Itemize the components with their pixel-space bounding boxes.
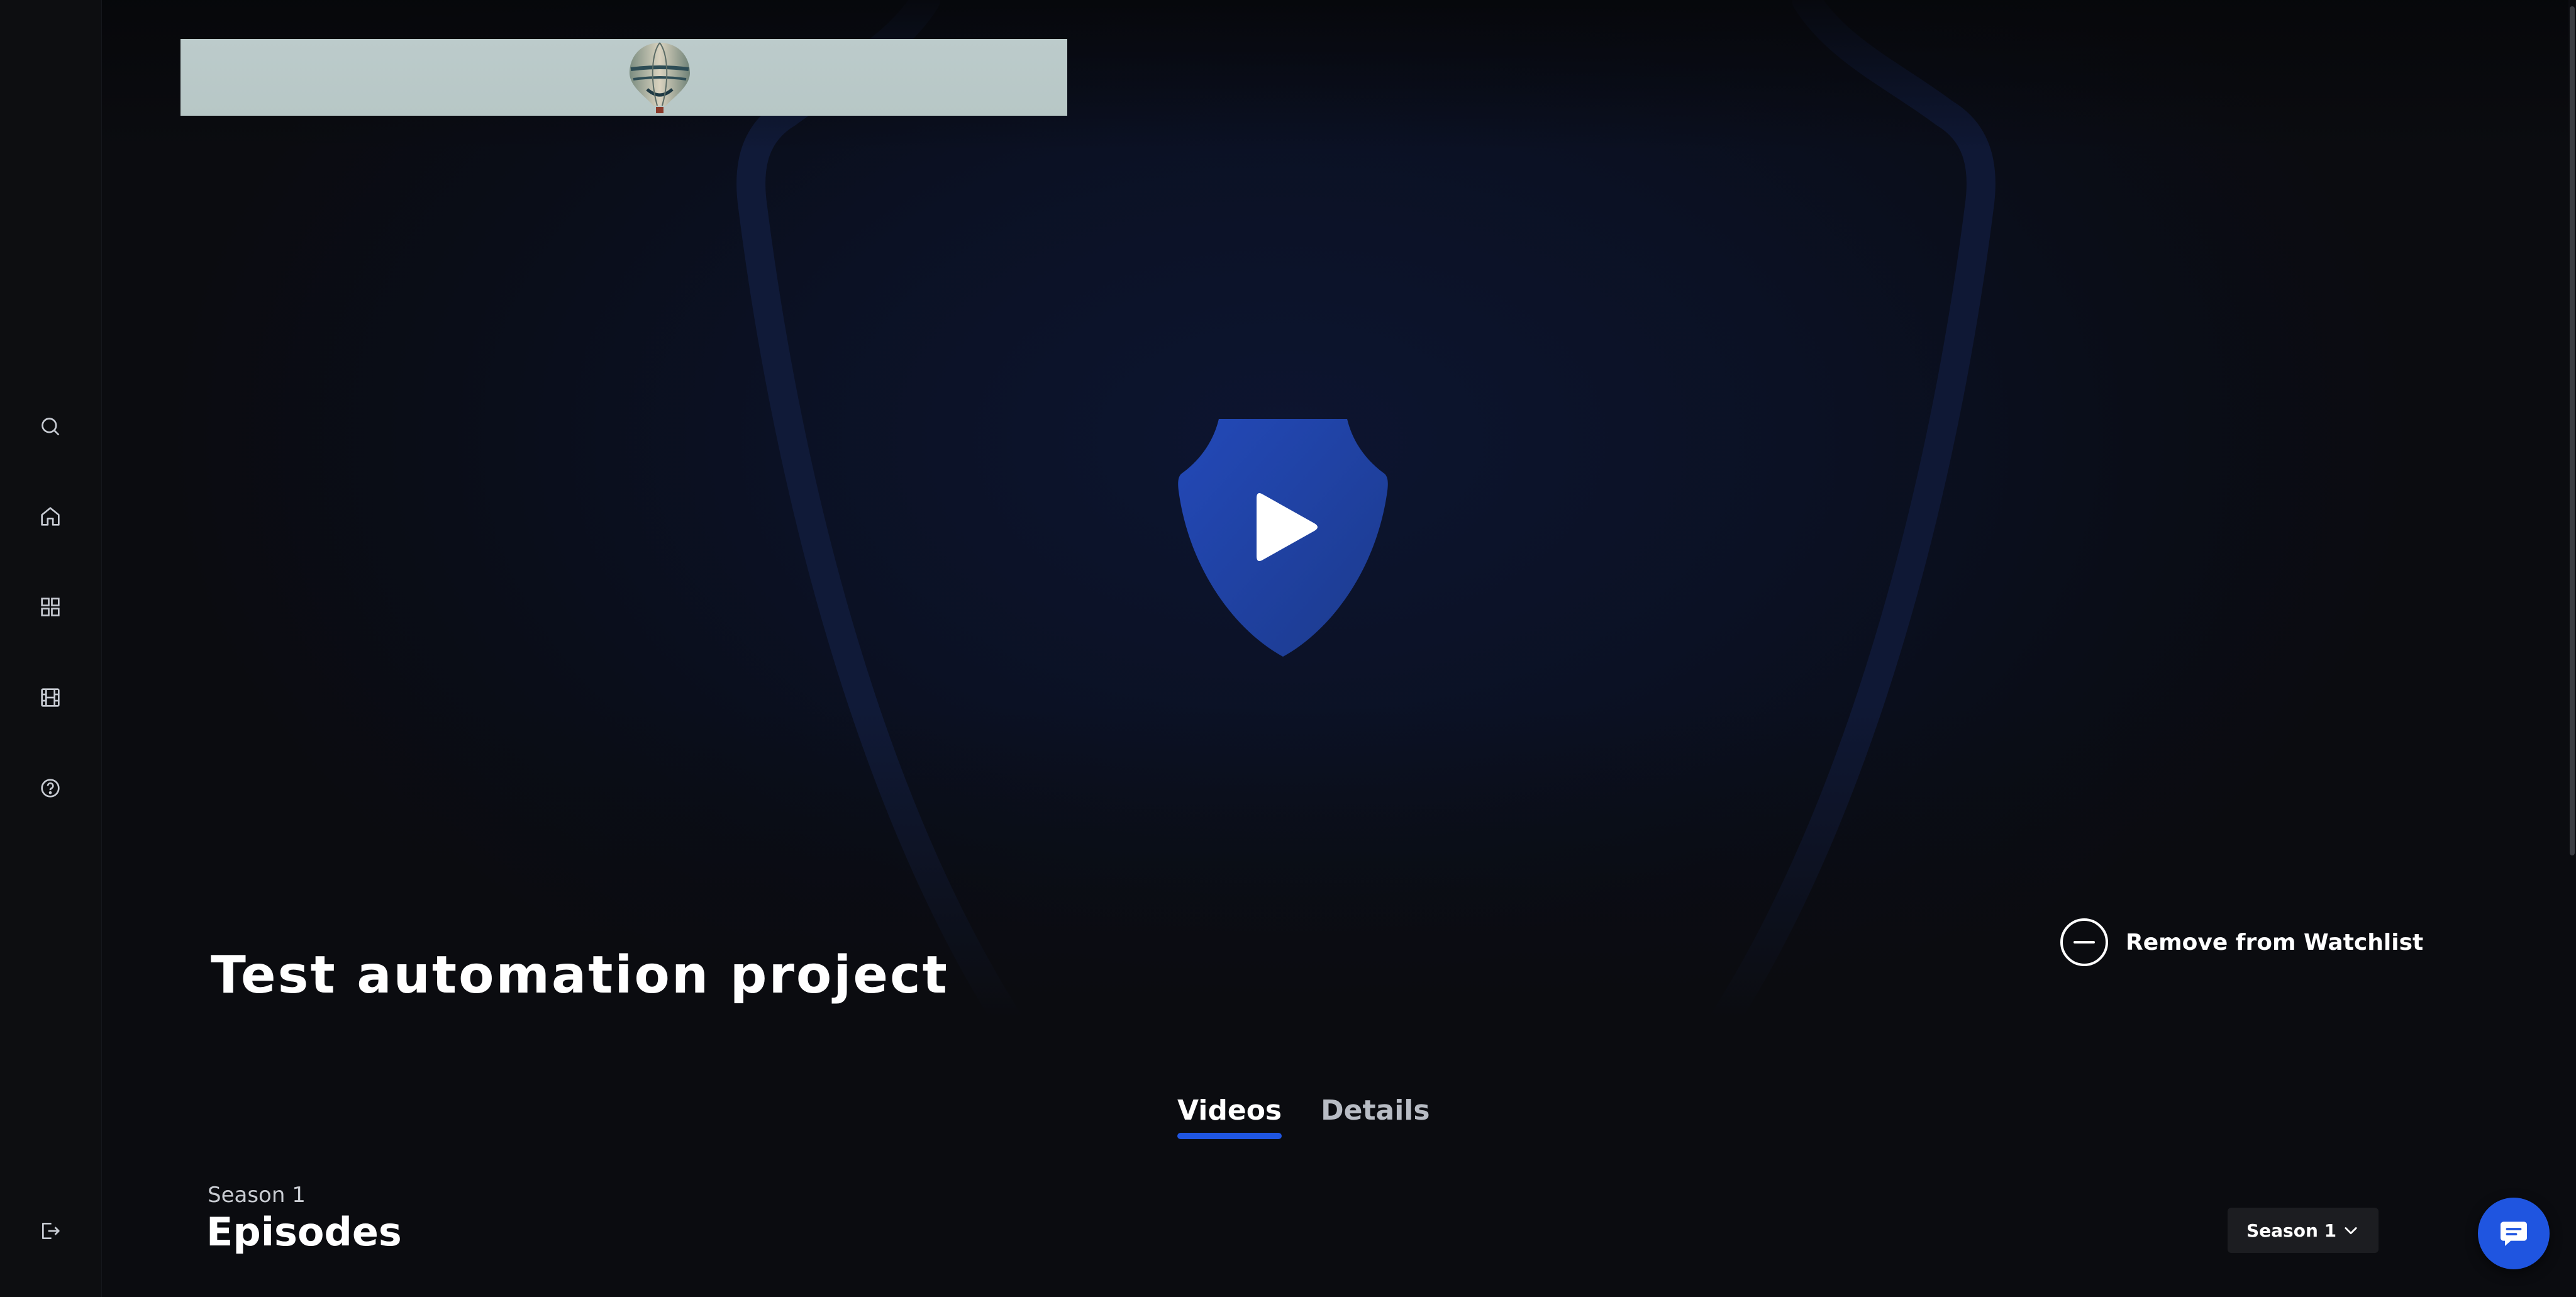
- season-label: Season 1: [208, 1183, 306, 1208]
- content-tabs: Videos Details: [1177, 1094, 1430, 1139]
- scrollbar[interactable]: [2568, 0, 2576, 1297]
- hero-section: [102, 0, 2576, 1019]
- season-select-value: Season 1: [2246, 1220, 2337, 1241]
- play-shield-icon: [1178, 419, 1388, 657]
- home-icon[interactable]: [35, 501, 65, 532]
- chat-icon: [2501, 1222, 2527, 1246]
- sidebar: [0, 0, 102, 1297]
- hot-air-balloon-icon: [630, 42, 690, 113]
- search-icon[interactable]: [35, 411, 65, 442]
- chevron-down-icon: [2345, 1227, 2357, 1235]
- page-title: Test automation project: [211, 945, 949, 1005]
- tab-details[interactable]: Details: [1321, 1094, 1430, 1137]
- remove-from-watchlist-button[interactable]: Remove from Watchlist: [2060, 917, 2423, 967]
- grid-icon[interactable]: [35, 592, 65, 622]
- banner-image: [180, 39, 1067, 116]
- scrollbar-thumb[interactable]: [2570, 6, 2575, 855]
- help-icon[interactable]: [35, 773, 65, 803]
- minus-circle-icon: [2060, 918, 2108, 966]
- watchlist-label: Remove from Watchlist: [2126, 929, 2424, 955]
- episodes-heading: Episodes: [206, 1209, 402, 1255]
- tab-videos[interactable]: Videos: [1177, 1094, 1282, 1139]
- play-shield-button[interactable]: [1176, 415, 1390, 660]
- chat-button[interactable]: [2478, 1198, 2550, 1269]
- season-select-dropdown[interactable]: Season 1: [2228, 1208, 2379, 1253]
- logout-icon[interactable]: [35, 1216, 65, 1246]
- main-content: Test automation project Remove from Watc…: [102, 0, 2576, 1297]
- film-icon[interactable]: [35, 682, 65, 713]
